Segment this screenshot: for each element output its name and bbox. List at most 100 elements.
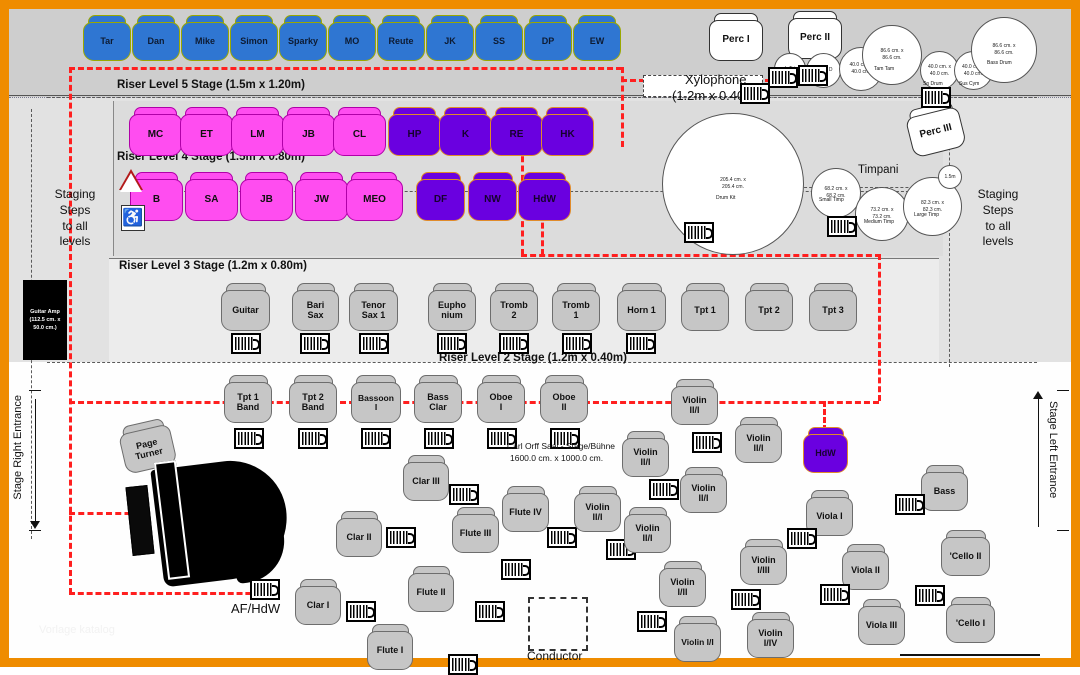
music-stand[interactable] — [827, 216, 857, 237]
player-riser2[interactable]: Bass Clar — [414, 375, 462, 423]
choir-member[interactable]: SS — [475, 15, 523, 61]
performer-riser5[interactable]: ET — [180, 107, 233, 156]
player-riser3[interactable]: Eupho nium — [428, 283, 476, 331]
player-riser2[interactable]: Oboe II — [540, 375, 588, 423]
player-flute-4[interactable]: Flute IV — [502, 486, 549, 532]
conductor-position[interactable] — [528, 597, 588, 651]
music-stand[interactable] — [562, 333, 592, 354]
music-stand[interactable] — [547, 527, 577, 548]
music-stand[interactable] — [692, 432, 722, 453]
music-stand[interactable] — [475, 601, 505, 622]
performer-riser5[interactable]: HP — [388, 107, 441, 156]
choir-member[interactable]: Dan — [132, 15, 180, 61]
music-stand[interactable] — [921, 87, 951, 108]
performer-riser5[interactable]: MC — [129, 107, 182, 156]
music-stand[interactable] — [637, 611, 667, 632]
music-stand[interactable] — [915, 585, 945, 606]
music-stand[interactable] — [501, 559, 531, 580]
player-violin[interactable]: Violin II/I — [735, 417, 782, 463]
music-stand[interactable] — [499, 333, 529, 354]
player-riser3[interactable]: Tenor Sax 1 — [349, 283, 398, 331]
performer-riser4[interactable]: SA — [185, 172, 238, 221]
performer-riser5[interactable]: LM — [231, 107, 284, 156]
player-violin[interactable]: Violin I/I — [674, 616, 721, 662]
player-violin[interactable]: Violin II/I — [624, 507, 671, 553]
percussion-tam-tam[interactable]: 86.6 cm. x 86.6 cm. — [862, 25, 922, 85]
performer-riser4[interactable]: HdW — [518, 172, 571, 221]
music-stand[interactable] — [820, 584, 850, 605]
player-flute-3[interactable]: Flute III — [452, 507, 499, 553]
performer-riser4[interactable]: JB — [240, 172, 293, 221]
music-stand[interactable] — [386, 527, 416, 548]
music-stand[interactable] — [798, 65, 828, 86]
choir-member[interactable]: Sparky — [279, 15, 327, 61]
player-riser3[interactable]: Horn 1 — [617, 283, 666, 331]
music-stand[interactable] — [234, 428, 264, 449]
music-stand[interactable] — [768, 67, 798, 88]
player-riser2[interactable]: Tpt 1 Band — [224, 375, 272, 423]
player-violin[interactable]: Violin I/III — [740, 539, 787, 585]
choir-member[interactable]: EW — [573, 15, 621, 61]
player-violin[interactable]: Violin II/I — [574, 486, 621, 532]
performer-riser5[interactable]: JB — [282, 107, 335, 156]
performer-riser4[interactable]: JW — [295, 172, 348, 221]
player-flute-2[interactable]: Flute II — [408, 566, 454, 612]
choir-member[interactable]: Simon — [230, 15, 278, 61]
guitar-amp[interactable]: Guitar Amp (112.5 cm. x 50.0 cm.) — [23, 280, 67, 360]
music-stand[interactable] — [448, 654, 478, 675]
player-riser3[interactable]: Tromb 2 — [490, 283, 538, 331]
player-hdw-solo[interactable]: HdW — [803, 427, 848, 473]
performer-riser5[interactable]: RE — [490, 107, 543, 156]
player-riser3[interactable]: Guitar — [221, 283, 270, 331]
player-violin[interactable]: Violin II/I — [680, 467, 727, 513]
music-stand[interactable] — [298, 428, 328, 449]
player-riser2[interactable]: Tpt 2 Band — [289, 375, 337, 423]
choir-member[interactable]: Reute — [377, 15, 425, 61]
performer-riser4[interactable]: DF — [416, 172, 465, 221]
player-clar-3[interactable]: Clar III — [403, 455, 449, 501]
music-stand[interactable] — [231, 333, 261, 354]
music-stand[interactable] — [731, 589, 761, 610]
performer-riser4[interactable]: MEO — [346, 172, 403, 221]
music-stand[interactable] — [787, 528, 817, 549]
music-stand[interactable] — [740, 83, 770, 104]
music-stand[interactable] — [626, 333, 656, 354]
music-stand[interactable] — [424, 428, 454, 449]
music-stand[interactable] — [684, 222, 714, 243]
player-riser3[interactable]: Bari Sax — [292, 283, 339, 331]
player-riser3[interactable]: Tpt 1 — [681, 283, 729, 331]
player-riser3[interactable]: Tpt 3 — [809, 283, 857, 331]
player-bass[interactable]: Bass — [921, 465, 968, 511]
player-violin[interactable]: Violin II/I — [622, 431, 669, 477]
player-riser2[interactable]: Oboe I — [477, 375, 525, 423]
player-riser3[interactable]: Tpt 2 — [745, 283, 793, 331]
music-stand[interactable] — [895, 494, 925, 515]
player-cello-1[interactable]: 'Cello I — [946, 597, 995, 643]
player-clar-2[interactable]: Clar II — [336, 511, 382, 557]
player-riser3[interactable]: Tromb 1 — [552, 283, 600, 331]
timpani-medium[interactable]: 73.2 cm. x 73.2 cm. — [855, 187, 909, 241]
music-stand[interactable] — [361, 428, 391, 449]
choir-member[interactable]: Mike — [181, 15, 229, 61]
music-stand[interactable] — [649, 479, 679, 500]
choir-member[interactable]: MO — [328, 15, 376, 61]
player-cello-2[interactable]: 'Cello II — [941, 530, 990, 576]
player-violin[interactable]: Violin I/II — [659, 561, 706, 607]
performer-riser4[interactable]: NW — [468, 172, 517, 221]
percussion-bass-drum[interactable]: 86.6 cm. x 86.6 cm. — [971, 17, 1037, 83]
music-stand[interactable] — [346, 601, 376, 622]
music-stand[interactable] — [300, 333, 330, 354]
player-clar-1[interactable]: Clar I — [295, 579, 341, 625]
performer-riser5[interactable]: K — [439, 107, 492, 156]
choir-member[interactable]: Tar — [83, 15, 131, 61]
perc-station-1[interactable]: Perc I — [709, 13, 763, 61]
performer-riser5[interactable]: CL — [333, 107, 386, 156]
player-viola-2[interactable]: Viola II — [842, 544, 889, 590]
music-stand[interactable] — [437, 333, 467, 354]
player-violin[interactable]: Violin I/IV — [747, 612, 794, 658]
performer-riser5[interactable]: HK — [541, 107, 594, 156]
player-riser2[interactable]: Bassoon I — [351, 375, 401, 423]
player-flute-1[interactable]: Flute I — [367, 624, 413, 670]
music-stand[interactable] — [449, 484, 479, 505]
choir-member[interactable]: DP — [524, 15, 572, 61]
